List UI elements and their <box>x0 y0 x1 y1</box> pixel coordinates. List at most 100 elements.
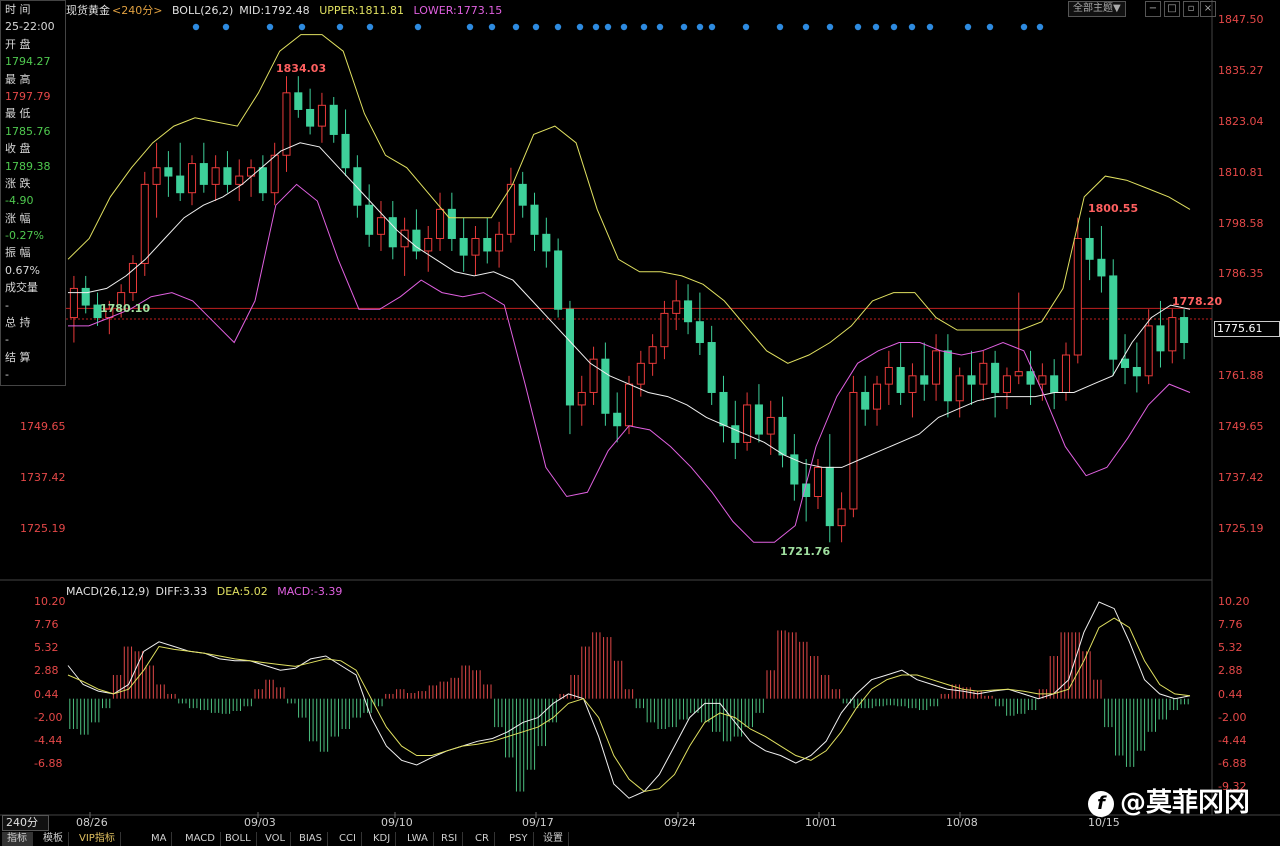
info-value: 1785.76 <box>5 124 51 138</box>
brand-logo-icon: f <box>1088 790 1114 817</box>
minimize-icon[interactable]: − <box>1145 1 1161 17</box>
candle-body <box>849 391 858 510</box>
price-tick-label: 1749.65 <box>1218 420 1264 434</box>
candle-body <box>317 104 326 127</box>
candle-body <box>329 104 338 135</box>
candle-body <box>235 175 244 185</box>
boll-upper: UPPER:1811.81 <box>319 4 404 17</box>
price-tick-label: 1823.04 <box>1218 114 1264 128</box>
info-label: 最 高 <box>5 72 31 86</box>
price-tick-label: 1725.19 <box>1218 522 1264 535</box>
candle-body <box>707 342 716 393</box>
chart-canvas <box>0 0 1280 818</box>
macd-tick-label: -4.44 <box>1218 733 1247 747</box>
candle-body <box>624 383 634 427</box>
tab-5[interactable]: BOLL <box>220 832 257 846</box>
macd-tick-label: -4.44 <box>34 733 63 747</box>
tab-2[interactable]: VIP指标 <box>74 832 121 846</box>
info-value: - <box>5 368 9 382</box>
candle-body <box>542 233 551 252</box>
tab-0[interactable]: 指标 <box>2 832 33 846</box>
candle-body <box>955 375 964 402</box>
maximize-icon[interactable]: ▫ <box>1183 1 1199 17</box>
macd-tick-label: 2.88 <box>34 664 59 678</box>
restore-icon[interactable]: □ <box>1164 1 1180 17</box>
candle-body <box>435 208 445 239</box>
candle-body <box>684 300 693 323</box>
signal-dot <box>742 23 750 31</box>
tab-4[interactable]: MACD <box>180 832 221 846</box>
signal-dot <box>366 23 374 31</box>
candle-body <box>743 404 752 443</box>
candle-body <box>1002 375 1011 393</box>
tab-3[interactable]: MA <box>146 832 173 846</box>
signal-dot <box>266 23 274 31</box>
date-tick-label: 10/01 <box>805 816 837 829</box>
candle-body <box>861 391 870 410</box>
info-value: 25-22:00 <box>5 20 55 34</box>
signal-dot <box>222 23 230 31</box>
tab-12[interactable]: CR <box>470 832 495 846</box>
candle-body <box>459 237 468 256</box>
info-label: 时 间 <box>5 3 31 16</box>
signal-dot <box>680 23 688 31</box>
tab-7[interactable]: BIAS <box>294 832 328 846</box>
signal-dot <box>604 23 612 31</box>
candle-body <box>896 366 905 393</box>
price-annotation: 1778.20 <box>1172 295 1223 308</box>
signal-dot <box>620 23 628 31</box>
price-tick-label: 1798.58 <box>1218 216 1264 230</box>
info-value: - <box>5 298 9 312</box>
date-tick-label: 09/24 <box>664 816 696 829</box>
tab-8[interactable]: CCI <box>334 832 362 846</box>
date-tick-label: 09/17 <box>522 816 554 829</box>
candle-body <box>636 362 645 385</box>
candle-body <box>447 208 456 239</box>
candle-body <box>648 346 657 364</box>
candle-body <box>412 229 421 252</box>
candle-body <box>1097 258 1106 277</box>
info-label: 成交量 <box>5 281 38 295</box>
candle-body <box>813 466 823 497</box>
candle-body <box>187 163 197 194</box>
candle-body <box>152 167 161 185</box>
signal-dot <box>926 23 934 31</box>
candle-body <box>1038 375 1047 385</box>
candle-body <box>1144 325 1153 377</box>
macd-tick-label: 10.20 <box>1218 595 1250 608</box>
candle-body <box>140 183 149 264</box>
tab-13[interactable]: PSY <box>504 832 534 846</box>
period-button[interactable]: 240分 <box>2 815 49 831</box>
info-value: 1797.79 <box>5 89 51 103</box>
boll-mid: MID:1792.48 <box>239 4 310 17</box>
candle-body <box>577 391 586 406</box>
candle-body <box>766 416 775 435</box>
watermark: f @莫菲冈冈 <box>1088 782 1250 819</box>
macd-tick-label: 7.76 <box>34 618 59 632</box>
macd-panel <box>67 601 1191 799</box>
macd-tick-label: -6.88 <box>34 756 63 770</box>
tab-6[interactable]: VOL <box>260 832 292 846</box>
tab-10[interactable]: LWA <box>402 832 434 846</box>
symbol-name: 现货黄金 <box>66 4 110 17</box>
signal-dot <box>512 23 520 31</box>
signal-dot <box>1020 23 1028 31</box>
candle-body <box>81 287 90 306</box>
candle-body <box>211 167 220 185</box>
info-value: - <box>5 333 9 347</box>
signal-dot <box>696 23 704 31</box>
macd-dea-line <box>67 617 1191 793</box>
tab-14[interactable]: 设置 <box>538 832 569 846</box>
candle-body <box>719 391 728 427</box>
price-annotation: 1721.76 <box>780 545 831 558</box>
date-tick-label: 08/26 <box>76 816 108 829</box>
signal-dot <box>592 23 600 31</box>
candle-body <box>695 321 704 344</box>
tab-11[interactable]: RSI <box>436 832 464 846</box>
candle-body <box>176 175 185 194</box>
candle-body <box>837 508 846 527</box>
tab-9[interactable]: KDJ <box>368 832 397 846</box>
tab-1[interactable]: 模板 <box>38 832 69 846</box>
theme-dropdown[interactable]: 全部主题▼ <box>1068 1 1126 17</box>
close-icon[interactable]: × <box>1200 1 1216 17</box>
